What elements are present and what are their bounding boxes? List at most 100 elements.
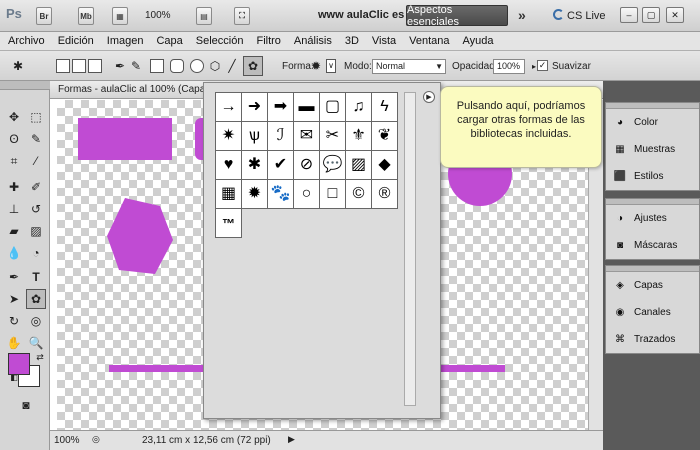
menu-capa[interactable]: Capa [156,35,182,47]
3d-rotate-icon[interactable]: ↻ [4,311,24,331]
shape-registered[interactable]: ® [372,180,398,209]
move-icon[interactable]: ✥ [4,107,24,127]
menu-analisis[interactable]: Análisis [294,35,332,47]
brush-icon[interactable]: ✐ [26,177,46,197]
shape-trademark[interactable]: ™ [216,209,242,238]
ellipse-icon[interactable] [190,59,204,73]
type-icon[interactable]: T [26,267,46,287]
bridge-button[interactable]: Br [36,7,52,25]
more-workspaces-icon[interactable]: » [518,7,526,23]
selected-shape-preview-icon[interactable]: ✹ [306,56,326,76]
close-button[interactable]: ✕ [666,7,684,23]
panel-muestras[interactable]: ▦ Muestras [606,136,699,163]
arrange-documents-button[interactable]: ▤ [196,7,212,25]
shape-checkmark[interactable]: ✔ [268,151,294,180]
paths-icon[interactable] [72,59,86,73]
view-extras-button[interactable]: ▦ [112,7,128,25]
foreground-color-swatch[interactable] [8,353,30,375]
shape-picker-dropdown-icon[interactable]: ∨ [326,59,336,73]
zoom-level[interactable]: 100% [145,10,171,21]
panel-color[interactable]: ◕ Color [606,109,699,136]
shape-prohibited[interactable]: ⊘ [294,151,320,180]
menu-3d[interactable]: 3D [345,35,359,47]
screen-mode-button[interactable]: ⛶ [234,7,250,25]
gradient-icon[interactable]: ▨ [26,221,46,241]
swap-colors-icon[interactable]: ⇄ [30,347,50,367]
clone-stamp-icon[interactable]: ⊥ [4,199,24,219]
panel-ajustes[interactable]: ◑ Ajustes [606,205,699,232]
opacity-input[interactable]: 100% [493,59,525,74]
history-brush-icon[interactable]: ↺ [26,199,46,219]
shape-grass[interactable]: ѱ [242,122,268,151]
menu-ayuda[interactable]: Ayuda [463,35,494,47]
shape-fleur-de-lis[interactable]: ⚜ [346,122,372,151]
minimize-button[interactable]: – [620,7,638,23]
shape-layers-icon[interactable] [56,59,70,73]
shape-banner[interactable]: ▬ [294,93,320,122]
menu-ventana[interactable]: Ventana [409,35,449,47]
shape-lightning[interactable]: ϟ [372,93,398,122]
shape-scissors[interactable]: ✂ [320,122,346,151]
3d-orbit-icon[interactable]: ◎ [26,311,46,331]
hand-icon[interactable]: ✋ [4,333,24,353]
shape-lightbulb[interactable]: ℐ [268,122,294,151]
shape-music-note[interactable]: ♫ [346,93,372,122]
shape-copyright[interactable]: © [346,180,372,209]
path-select-icon[interactable]: ➤ [4,289,24,309]
blur-icon[interactable]: 💧 [4,243,24,263]
custom-shape-tool-icon[interactable]: ✿ [26,289,46,309]
panel-canales[interactable]: ◉ Canales [606,299,699,326]
shape-paw-print[interactable]: 🐾 [268,180,294,209]
quick-select-icon[interactable]: ✎ [26,129,46,149]
crop-icon[interactable]: ⌗ [4,151,24,171]
panel-mascaras[interactable]: ◙ Máscaras [606,232,699,259]
workspace-switcher-button[interactable]: Aspectos esenciales [406,4,508,28]
shape-arrow-bold[interactable]: ➡ [268,93,294,122]
purple-rectangle-shape[interactable] [78,118,172,160]
shape-ornament[interactable]: ❦ [372,122,398,151]
purple-hexagon-shape[interactable] [105,196,177,280]
dodge-icon[interactable]: ◔ [26,243,46,263]
fill-pixels-icon[interactable] [88,59,102,73]
shape-heart[interactable]: ♥ [216,151,242,180]
shape-speech-bubble[interactable]: 💬 [320,151,346,180]
panel-trazados[interactable]: ⌘ Trazados [606,326,699,353]
mini-bridge-button[interactable]: Mb [78,7,94,25]
shape-arrow-thin[interactable]: → [216,93,242,122]
status-arrow-icon[interactable]: ▶ [288,434,295,445]
quick-mask-icon[interactable]: ◙ [16,395,36,415]
shape-frame[interactable]: ▢ [320,93,346,122]
eyedropper-icon[interactable]: ⁄ [26,151,46,171]
panel-capas[interactable]: ◈ Capas [606,272,699,299]
rounded-rectangle-icon[interactable] [170,59,184,73]
purple-line-shape-right[interactable] [439,365,505,372]
shape-picker-scrollbar[interactable] [404,92,416,406]
shape-diamond-pattern[interactable]: ◆ [372,151,398,180]
cs-live-button[interactable]: CS Live [553,9,606,22]
shape-hatched[interactable]: ▨ [346,151,372,180]
artboard-icon[interactable]: ⬚ [26,107,46,127]
status-zoom[interactable]: 100% [54,435,80,446]
shape-arrow-medium[interactable]: ➜ [242,93,268,122]
shape-burst[interactable]: ✹ [242,180,268,209]
shape-starburst[interactable]: ✷ [216,122,242,151]
rectangle-icon[interactable] [150,59,164,73]
shape-splat[interactable]: ✱ [242,151,268,180]
purple-line-shape-left[interactable] [109,365,204,372]
healing-brush-icon[interactable]: ✚ [4,177,24,197]
panel-estilos[interactable]: ⬛ Estilos [606,163,699,190]
eraser-icon[interactable]: ▰ [4,221,24,241]
status-info-icon[interactable]: ◎ [92,434,100,445]
menu-vista[interactable]: Vista [372,35,396,47]
custom-shape-icon[interactable]: ✿ [243,56,263,76]
restore-button[interactable]: ▢ [642,7,660,23]
toolbox-header[interactable] [0,81,50,90]
menu-seleccion[interactable]: Selección [196,35,244,47]
shape-grid[interactable]: ▦ [216,180,242,209]
blend-mode-select[interactable]: Normal ▼ [372,59,446,74]
menu-archivo[interactable]: Archivo [8,35,45,47]
freeform-pen-icon[interactable]: ✎ [126,56,146,76]
picker-menu-arrow-icon[interactable]: ▶ [423,91,435,103]
shape-circle-frame[interactable]: ○ [294,180,320,209]
anti-alias-checkbox[interactable]: ✓ [537,60,548,71]
